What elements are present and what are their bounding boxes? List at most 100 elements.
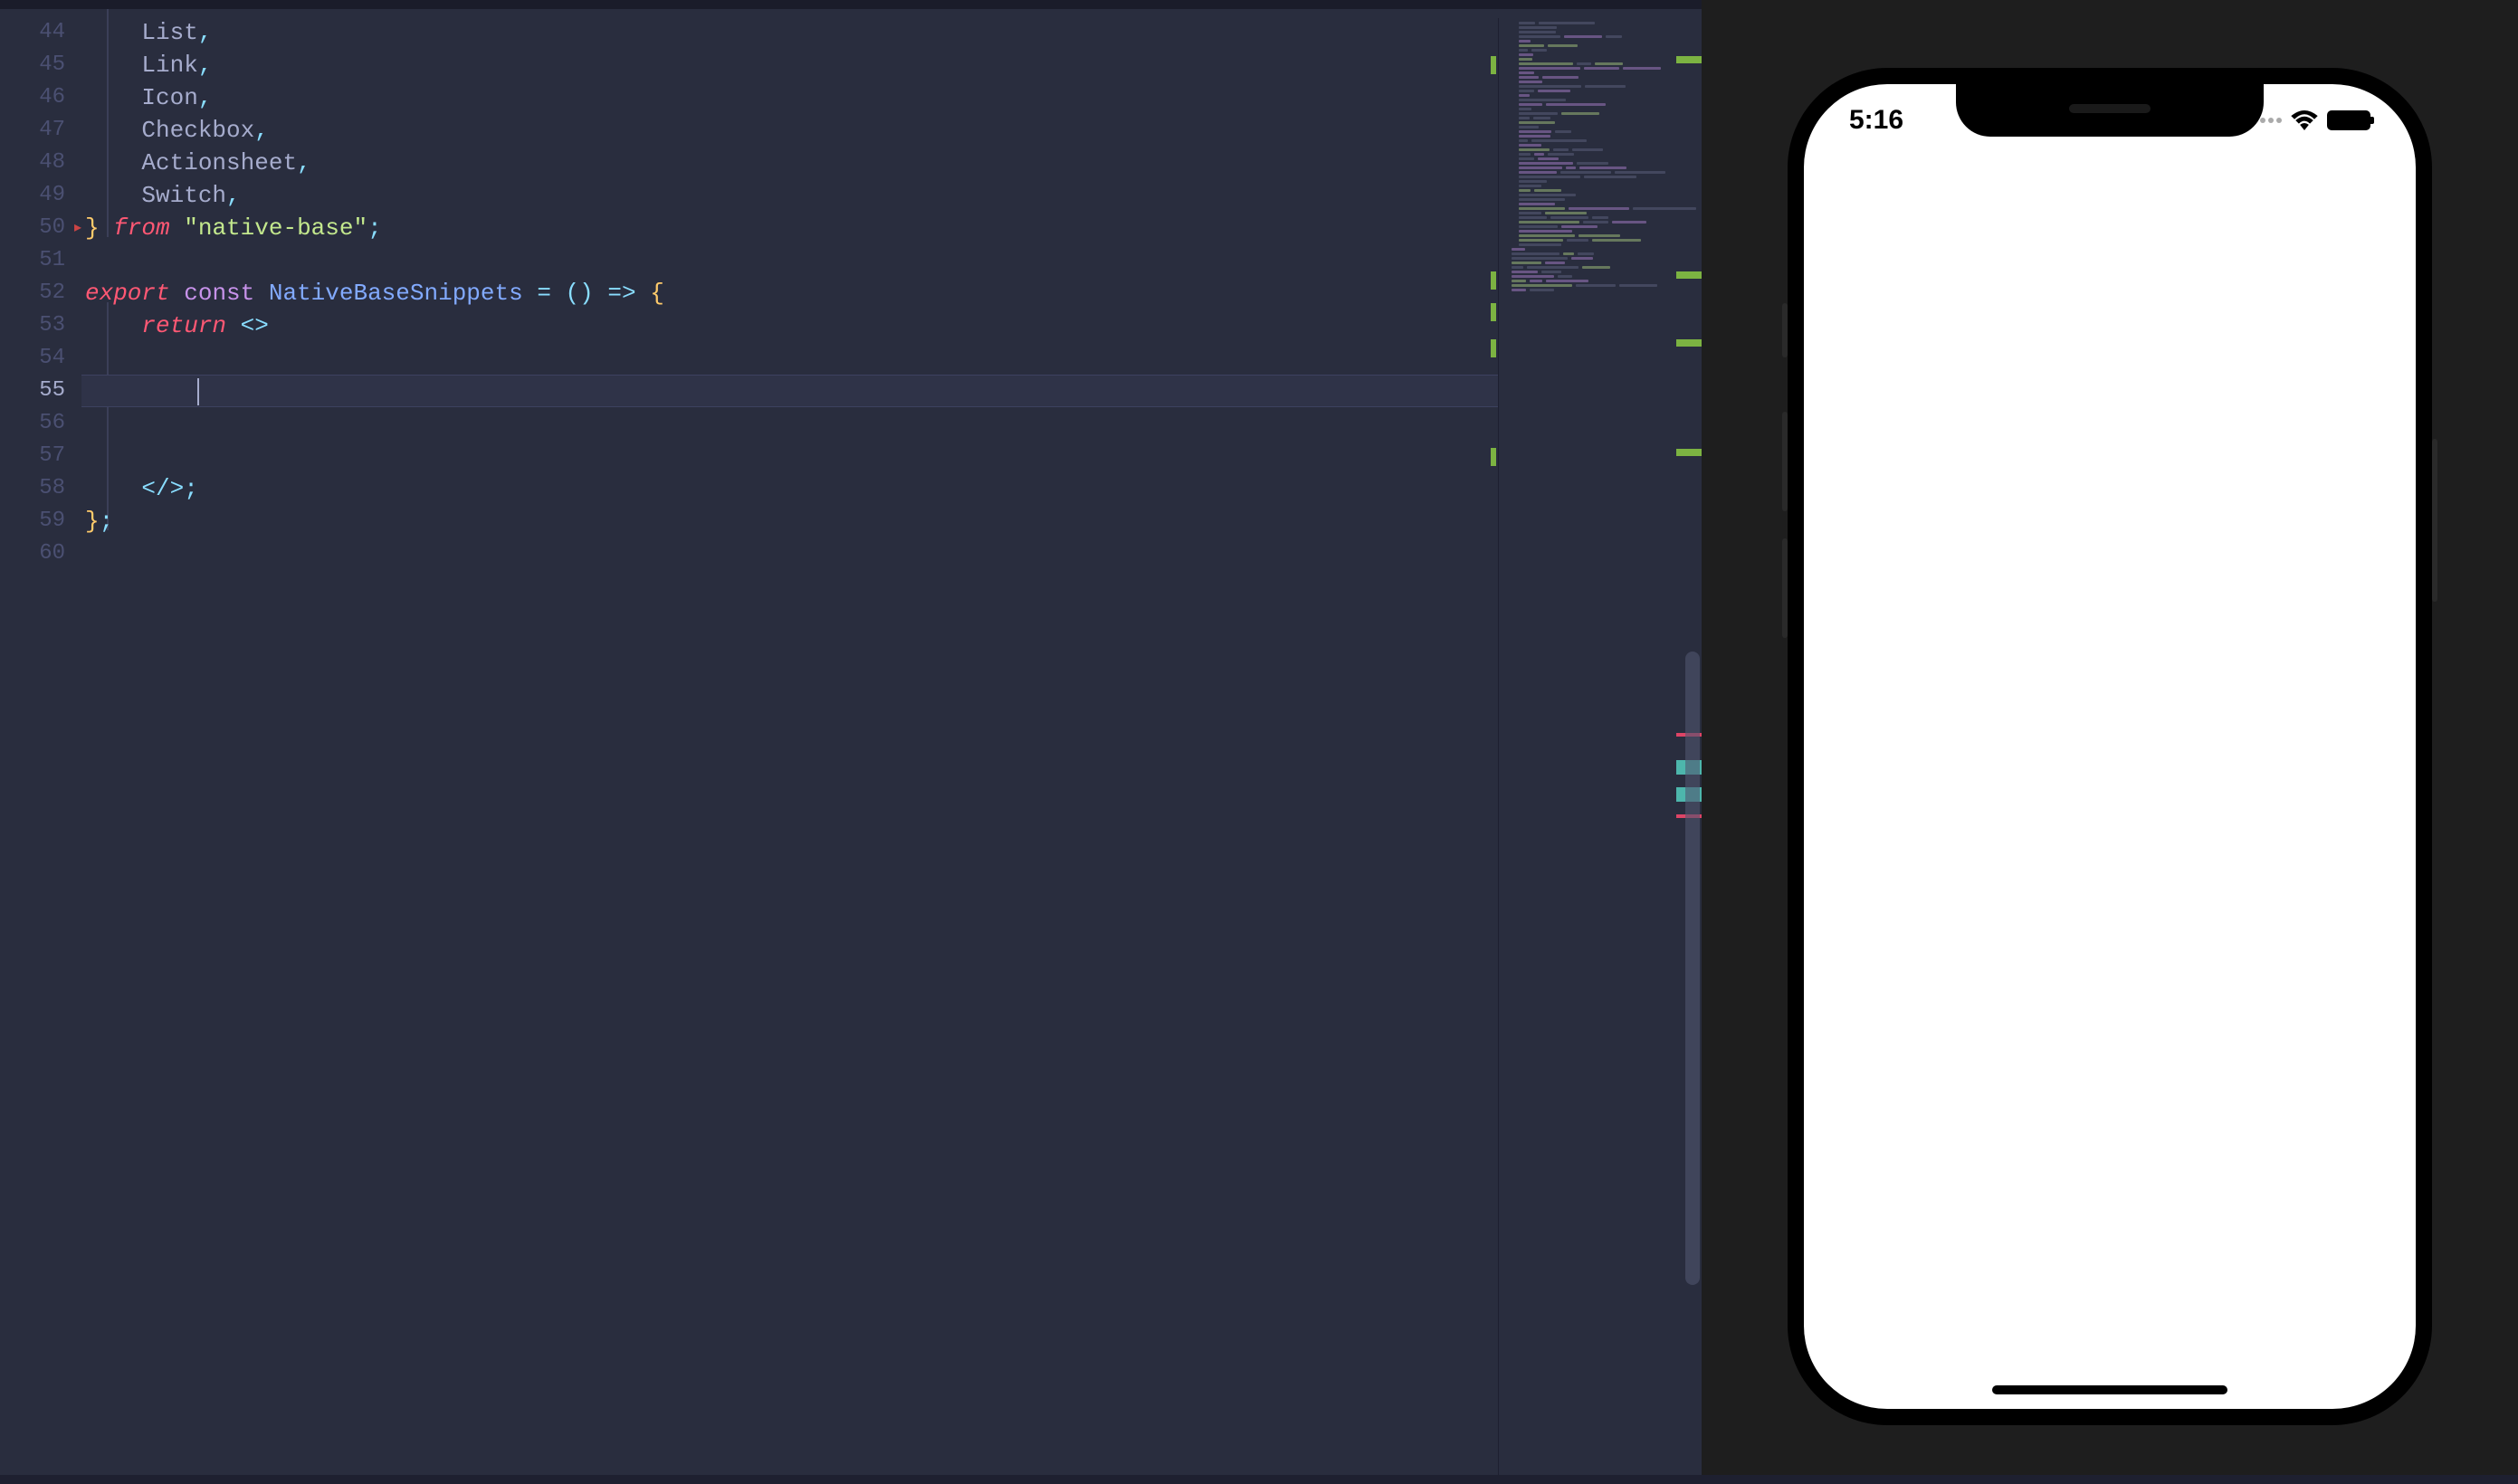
minimap-line <box>1502 194 1698 197</box>
phone-notch <box>1956 84 2264 137</box>
phone-silence-switch <box>1782 303 1788 357</box>
code-line[interactable]: }; <box>81 505 1702 537</box>
minimap-line <box>1502 243 1698 247</box>
minimap-line <box>1502 108 1698 111</box>
minimap-line <box>1502 275 1698 279</box>
scroll-marker[interactable] <box>1676 339 1702 347</box>
minimap-line <box>1502 144 1698 147</box>
minimap-line <box>1502 230 1698 233</box>
wifi-icon <box>2291 110 2318 130</box>
simulator-left-border <box>1702 0 1720 1475</box>
phone-screen[interactable]: 5:16 <box>1804 84 2416 1409</box>
code-line[interactable]: List, <box>81 16 1702 49</box>
change-marker <box>1491 339 1496 357</box>
minimap-line <box>1502 49 1698 52</box>
code-line[interactable]: Icon, <box>81 81 1702 114</box>
minimap-line <box>1502 130 1698 134</box>
scroll-marker[interactable] <box>1676 56 1702 63</box>
minimap-line <box>1502 271 1698 274</box>
minimap[interactable] <box>1498 18 1702 1475</box>
code-line[interactable] <box>81 537 1702 570</box>
code-line[interactable] <box>81 440 1702 472</box>
line-number: 48 <box>0 147 81 179</box>
minimap-line <box>1502 135 1698 138</box>
change-marker <box>1491 303 1496 321</box>
line-number: 49 <box>0 179 81 212</box>
code-line[interactable]: return <> <box>81 309 1702 342</box>
minimap-line <box>1502 117 1698 120</box>
minimap-line <box>1502 248 1698 252</box>
line-number: 60 <box>0 537 81 570</box>
scroll-marker[interactable] <box>1676 449 1702 456</box>
editor-tab-bar[interactable] <box>0 0 1702 9</box>
minimap-line <box>1502 85 1698 89</box>
line-number: 47 <box>0 114 81 147</box>
minimap-line <box>1502 58 1698 62</box>
code-content[interactable]: List, Link, Icon, Checkbox, Actionsheet,… <box>81 9 1702 1475</box>
minimap-line <box>1502 53 1698 57</box>
minimap-line <box>1502 207 1698 211</box>
change-markers <box>1491 18 1496 1484</box>
code-line[interactable]: ▸} from "native-base"; <box>81 212 1702 244</box>
code-line[interactable]: Checkbox, <box>81 114 1702 147</box>
minimap-line <box>1502 212 1698 215</box>
code-line[interactable] <box>81 342 1702 375</box>
code-line[interactable]: Switch, <box>81 179 1702 212</box>
line-number: 50 <box>0 212 81 244</box>
minimap-line <box>1502 76 1698 80</box>
code-editor-pane: 4445464748495051525354555657585960 List,… <box>0 0 1702 1475</box>
code-line[interactable] <box>81 244 1702 277</box>
code-line[interactable]: </>; <box>81 472 1702 505</box>
minimap-line <box>1502 148 1698 152</box>
minimap-line <box>1502 239 1698 243</box>
phone-speaker <box>2069 104 2151 113</box>
minimap-line <box>1502 67 1698 71</box>
minimap-line <box>1502 90 1698 93</box>
minimap-line <box>1502 189 1698 193</box>
change-marker <box>1491 448 1496 466</box>
line-number: 54 <box>0 342 81 375</box>
minimap-line <box>1502 180 1698 184</box>
line-number: 56 <box>0 407 81 440</box>
minimap-line <box>1502 35 1698 39</box>
scroll-thumb[interactable] <box>1685 652 1700 1285</box>
phone-power-button <box>2432 439 2437 602</box>
minimap-line <box>1502 166 1698 170</box>
minimap-line <box>1502 225 1698 229</box>
minimap-line <box>1502 153 1698 157</box>
code-line[interactable]: export const NativeBaseSnippets = () => … <box>81 277 1702 309</box>
code-area[interactable]: 4445464748495051525354555657585960 List,… <box>0 9 1702 1475</box>
line-number: 53 <box>0 309 81 342</box>
phone-volume-up <box>1782 412 1788 511</box>
line-number: 45 <box>0 49 81 81</box>
line-number: 59 <box>0 505 81 537</box>
scroll-marker[interactable] <box>1676 271 1702 279</box>
line-number: 52 <box>0 277 81 309</box>
code-line[interactable]: Actionsheet, <box>81 147 1702 179</box>
minimap-line <box>1502 176 1698 179</box>
minimap-line <box>1502 103 1698 107</box>
fold-indicator-icon[interactable]: ▸ <box>74 212 81 244</box>
line-number: 46 <box>0 81 81 114</box>
line-number: 55 <box>0 375 81 407</box>
minimap-line <box>1502 284 1698 288</box>
minimap-line <box>1502 62 1698 66</box>
home-indicator[interactable] <box>1992 1385 2227 1394</box>
minimap-line <box>1502 94 1698 98</box>
status-time: 5:16 <box>1849 105 1903 136</box>
minimap-line <box>1502 26 1698 30</box>
minimap-line <box>1502 262 1698 265</box>
minimap-line <box>1502 71 1698 75</box>
iphone-simulator-frame: 5:16 <box>1788 68 2432 1425</box>
code-line[interactable] <box>81 375 1702 407</box>
code-line[interactable]: Link, <box>81 49 1702 81</box>
minimap-line <box>1502 31 1698 34</box>
minimap-line <box>1502 81 1698 84</box>
minimap-line <box>1502 162 1698 166</box>
minimap-line <box>1502 216 1698 220</box>
minimap-line <box>1502 139 1698 143</box>
change-marker <box>1491 271 1496 290</box>
minimap-line <box>1502 257 1698 261</box>
minimap-line <box>1502 198 1698 202</box>
code-line[interactable] <box>81 407 1702 440</box>
